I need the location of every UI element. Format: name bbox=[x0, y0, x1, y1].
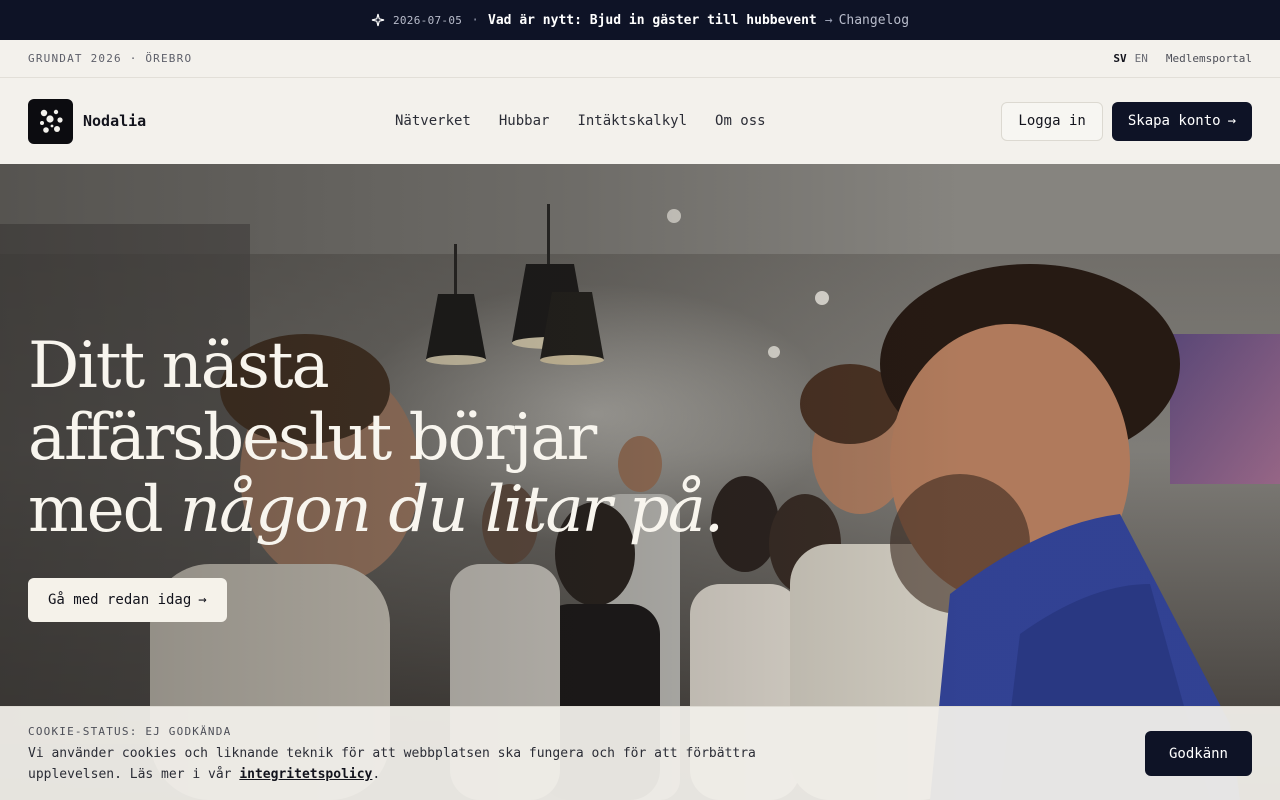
cookie-banner: COOKIE-STATUS: EJ GODKÄNDA Vi använder c… bbox=[0, 706, 1280, 800]
language-sv[interactable]: SV bbox=[1113, 52, 1126, 65]
hero-title-line-3: med bbox=[28, 473, 180, 547]
join-today-label: Gå med redan idag bbox=[48, 592, 192, 608]
sparkle-icon bbox=[371, 13, 385, 27]
meta-bar: GRUNDAT 2026 · ÖREBRO SV EN Medlemsporta… bbox=[0, 40, 1280, 78]
hero-section: Ditt nästa affärsbeslut börjar med någon… bbox=[0, 164, 1280, 800]
nav-item-om-oss[interactable]: Om oss bbox=[715, 113, 766, 129]
join-today-button[interactable]: Gå med redan idag → bbox=[28, 578, 227, 622]
changelog-link[interactable]: Changelog bbox=[839, 13, 909, 28]
meta-links: SV EN Medlemsportal bbox=[1113, 52, 1252, 65]
nav-item-natverket[interactable]: Nätverket bbox=[395, 113, 471, 129]
founded-label: GRUNDAT 2026 · ÖREBRO bbox=[28, 52, 193, 65]
cookie-text-end: . bbox=[372, 767, 381, 782]
arrow-right-icon: → bbox=[198, 592, 207, 608]
accept-cookies-button[interactable]: Godkänn bbox=[1145, 731, 1252, 776]
brand-name: Nodalia bbox=[83, 112, 147, 130]
member-portal-link[interactable]: Medlemsportal bbox=[1166, 52, 1252, 65]
brand-logo-link[interactable]: Nodalia bbox=[28, 98, 147, 144]
nav-item-intaktskalkyl[interactable]: Intäktskalkyl bbox=[577, 113, 687, 129]
main-nav: Nätverket Hubbar Intäktskalkyl Om oss bbox=[395, 78, 794, 164]
arrow-right-icon: → bbox=[1227, 113, 1236, 129]
arrow-right-icon: → bbox=[824, 12, 833, 28]
cookie-description: Vi använder cookies och liknande teknik … bbox=[28, 746, 756, 782]
hero-title-emphasis: någon du litar på. bbox=[179, 473, 724, 547]
create-account-label: Skapa konto bbox=[1127, 113, 1221, 129]
nodalia-logo-icon bbox=[28, 98, 73, 144]
announcement-separator: · bbox=[471, 12, 480, 28]
header-actions: Logga in Skapa konto → bbox=[1001, 101, 1252, 141]
hero-title: Ditt nästa affärsbeslut börjar med någon… bbox=[28, 330, 728, 546]
announcement-bar: 2026-07-05 · Vad är nytt: Bjud in gäster… bbox=[0, 0, 1280, 40]
privacy-policy-link[interactable]: integritetspolicy bbox=[239, 767, 372, 782]
login-button[interactable]: Logga in bbox=[1001, 101, 1103, 141]
hero-title-line-2: affärsbeslut börjar bbox=[28, 401, 597, 475]
hero-title-line-1: Ditt nästa bbox=[28, 329, 330, 403]
cookie-text: Vi använder cookies och liknande teknik … bbox=[28, 743, 828, 785]
site-header: Nodalia Nätverket Hubbar Intäktskalkyl O… bbox=[0, 78, 1280, 164]
create-account-button[interactable]: Skapa konto → bbox=[1111, 101, 1252, 141]
announcement-date: 2026-07-05 bbox=[392, 13, 463, 27]
cookie-status: COOKIE-STATUS: EJ GODKÄNDA bbox=[28, 725, 232, 738]
announcement-headline[interactable]: Vad är nytt: Bjud in gäster till hubbeve… bbox=[488, 13, 817, 28]
nav-item-hubbar[interactable]: Hubbar bbox=[499, 113, 550, 129]
language-en[interactable]: EN bbox=[1135, 52, 1148, 65]
